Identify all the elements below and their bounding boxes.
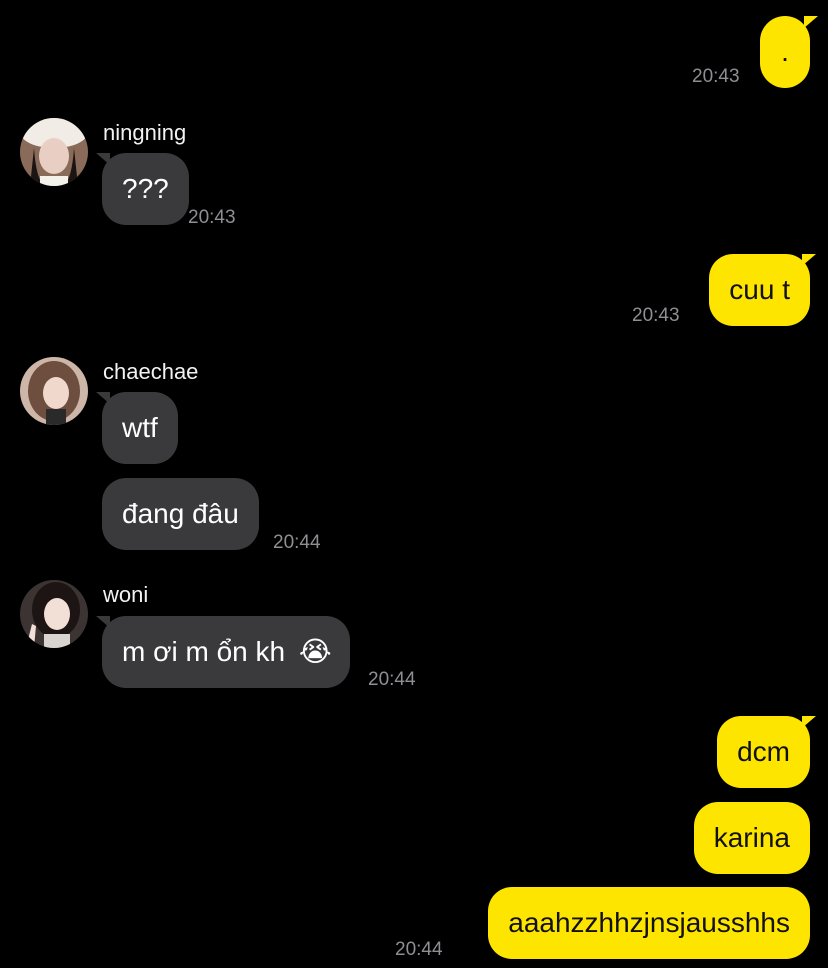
incoming-message-bubble[interactable]: m ơi m ổn kh 😭 (102, 616, 350, 688)
sender-name: ningning (103, 120, 187, 145)
message-timestamp: 20:43 (632, 305, 680, 326)
message-timestamp: 20:43 (188, 207, 236, 228)
message-text: ??? (122, 173, 169, 204)
message-text: cuu t (729, 274, 790, 305)
outgoing-message-bubble[interactable]: dcm (717, 716, 810, 788)
message-text: karina (713, 822, 790, 853)
message-timestamp: 20:44 (395, 939, 443, 960)
outgoing-message-bubble[interactable]: cuu t (709, 254, 810, 326)
message-text: dcm (737, 736, 790, 767)
incoming-message-bubble[interactable]: wtf (102, 392, 178, 464)
message-timestamp: 20:44 (368, 669, 416, 690)
message-text: m ơi m ổn kh (122, 636, 286, 667)
sender-name: woni (103, 582, 149, 607)
crying-face-emoji-icon: 😭 (298, 636, 332, 667)
chat-thread: . 20:43 ningning ??? 20:43 cuu t 20:43 c… (0, 0, 828, 968)
incoming-message-bubble[interactable]: đang đâu (102, 478, 259, 550)
bubble-tail (804, 16, 818, 28)
avatar-ningning[interactable] (20, 118, 88, 186)
outgoing-message-bubble[interactable]: karina (693, 802, 810, 874)
outgoing-message-bubble[interactable]: aaahzzhhzjnsjausshhs (488, 887, 810, 959)
message-timestamp: 20:43 (692, 66, 740, 87)
sender-name: chaechae (103, 359, 199, 384)
incoming-message-bubble[interactable]: ??? (102, 153, 189, 225)
message-text: . (781, 36, 789, 67)
avatar-woni[interactable] (20, 580, 88, 648)
avatar-photo-icon (20, 357, 88, 425)
avatar-photo-icon (20, 118, 88, 186)
message-text: đang đâu (122, 498, 239, 529)
message-text: aaahzzhhzjnsjausshhs (508, 907, 790, 938)
avatar-photo-icon (20, 580, 88, 648)
message-text: wtf (122, 412, 158, 443)
avatar-chaechae[interactable] (20, 357, 88, 425)
message-timestamp: 20:44 (273, 532, 321, 553)
outgoing-message-bubble[interactable]: . (760, 16, 810, 88)
